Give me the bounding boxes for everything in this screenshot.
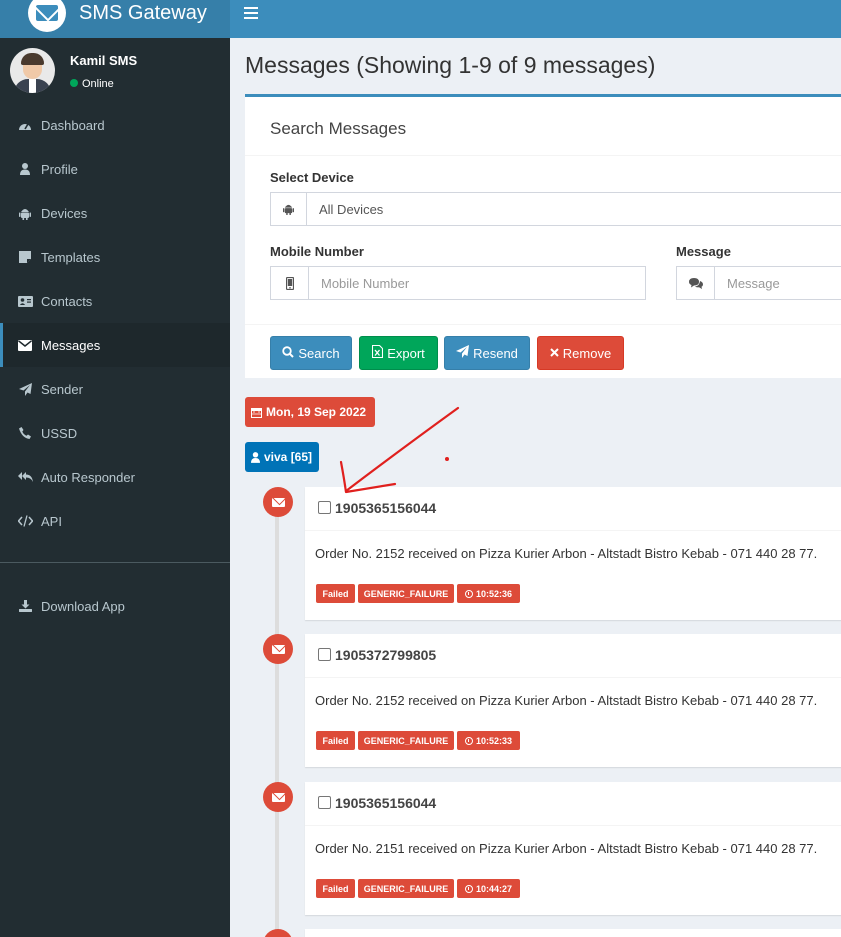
search-icon (282, 345, 295, 361)
calendar-icon (251, 407, 262, 418)
resend-button[interactable]: Resend (444, 336, 530, 370)
envelope-icon (263, 929, 293, 937)
select-device-value: All Devices (319, 201, 384, 217)
page-title: Messages (Showing 1-9 of 9 messages) (245, 52, 656, 78)
message-label: Message (676, 244, 731, 259)
mobile-phone-icon (271, 267, 309, 299)
hamburger-icon[interactable] (244, 7, 258, 19)
user-name: Kamil SMS (70, 53, 138, 68)
status-badge: Failed (316, 879, 355, 898)
file-excel-icon (372, 344, 384, 361)
box-title: Search Messages (270, 119, 407, 138)
status-badge: Failed (316, 731, 355, 750)
message-number: 1905372799805 (335, 647, 437, 663)
user-panel: Kamil SMS Online (0, 38, 230, 106)
message-item: 1905372799805 Order No. 2152 received on… (305, 634, 841, 767)
avatar (10, 48, 55, 93)
download-icon (17, 598, 33, 614)
mobile-number-field[interactable]: Mobile Number (270, 266, 646, 300)
timeline-line (275, 490, 279, 937)
sidebar-item-api[interactable]: API (0, 499, 230, 543)
search-messages-box: Search Messages Select Device All Device… (245, 94, 841, 378)
comments-icon (677, 267, 715, 299)
mobile-number-input[interactable]: Mobile Number (309, 267, 645, 299)
time-badge: 10:52:36 (457, 584, 520, 603)
envelope-icon (263, 782, 293, 812)
date-label: Mon, 19 Sep 2022 (245, 397, 375, 427)
user-icon (251, 451, 260, 463)
brand-name: SMS Gateway (79, 2, 207, 24)
message-item: 1905365156044 Order No. 2151 received on… (305, 782, 841, 915)
error-badge: GENERIC_FAILURE (358, 879, 454, 898)
android-icon (271, 193, 307, 225)
sidebar-item-sender[interactable]: Sender (0, 367, 230, 411)
error-badge: GENERIC_FAILURE (358, 584, 454, 603)
message-item: 1905365156044 Order No. 2152 received on… (305, 487, 841, 620)
message-number: 1905365156044 (335, 500, 437, 516)
sidebar-item-templates[interactable]: Templates (0, 235, 230, 279)
remove-button[interactable]: Remove (537, 336, 624, 370)
select-device-label: Select Device (270, 170, 354, 185)
sidebar-item-auto-responder[interactable]: Auto Responder (0, 455, 230, 499)
sidebar-item-devices[interactable]: Devices (0, 191, 230, 235)
brand[interactable]: SMS Gateway (0, 0, 230, 38)
export-button[interactable]: Export (359, 336, 438, 370)
envelope-icon (263, 634, 293, 664)
clock-icon (464, 736, 473, 745)
sidebar-item-download-app[interactable]: Download App (0, 584, 230, 628)
search-button[interactable]: Search (270, 336, 352, 370)
clock-icon (464, 589, 473, 598)
sidebar-divider (0, 562, 230, 563)
envelope-logo-icon (28, 0, 66, 32)
device-group-label: viva [65] (245, 442, 319, 472)
envelope-icon (263, 487, 293, 517)
message-input[interactable]: Message (715, 267, 841, 299)
top-navbar: SMS Gateway (0, 0, 841, 38)
message-number: 1905365156044 (335, 795, 437, 811)
user-status: Online (70, 78, 114, 90)
time-badge: 10:52:33 (457, 731, 520, 750)
sidebar-item-contacts[interactable]: Contacts (0, 279, 230, 323)
times-icon (550, 346, 559, 360)
paper-plane-icon (456, 345, 470, 361)
code-icon (17, 513, 33, 529)
phone-icon (17, 425, 33, 441)
message-text: Order No. 2152 received on Pizza Kurier … (315, 693, 818, 708)
dashboard-icon (17, 117, 33, 133)
time-badge: 10:44:27 (457, 879, 520, 898)
message-field[interactable]: Message (676, 266, 841, 300)
sidebar-item-ussd[interactable]: USSD (0, 411, 230, 455)
clock-icon (464, 884, 473, 893)
reply-all-icon (17, 469, 33, 485)
user-icon (17, 161, 33, 177)
sidebar-item-dashboard[interactable]: Dashboard (0, 103, 230, 147)
message-text: Order No. 2151 received on Pizza Kurier … (315, 841, 818, 856)
envelope-icon (17, 337, 33, 353)
message-checkbox[interactable] (318, 501, 331, 514)
sidebar-item-messages[interactable]: Messages (0, 323, 230, 367)
paper-plane-icon (17, 381, 33, 397)
message-text: Order No. 2152 received on Pizza Kurier … (315, 546, 818, 561)
sticky-note-icon (17, 249, 33, 265)
error-badge: GENERIC_FAILURE (358, 731, 454, 750)
status-badge: Failed (316, 584, 355, 603)
sidebar-item-profile[interactable]: Profile (0, 147, 230, 191)
message-checkbox[interactable] (318, 648, 331, 661)
android-icon (17, 205, 33, 221)
message-item (305, 929, 841, 937)
mobile-number-label: Mobile Number (270, 244, 364, 259)
online-dot-icon (70, 79, 78, 87)
message-checkbox[interactable] (318, 796, 331, 809)
sidebar: Kamil SMS Online Dashboard Profile Devic… (0, 38, 230, 937)
address-card-icon (17, 293, 33, 309)
select-device-dropdown[interactable]: All Devices (270, 192, 841, 226)
